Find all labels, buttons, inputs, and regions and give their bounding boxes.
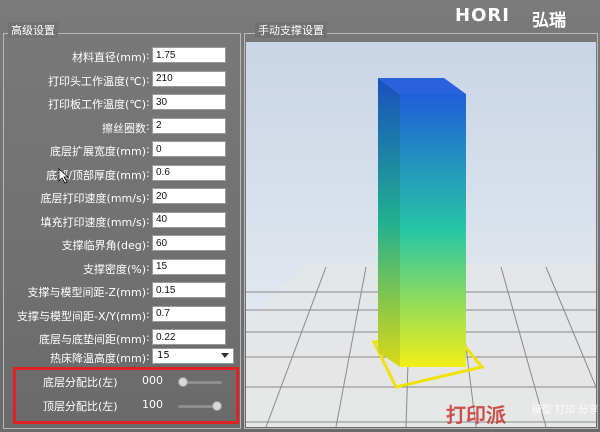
setting-colon: : [146,331,150,344]
setting-colon: : [146,307,150,321]
setting-label: 底层扩展宽度(mm) [49,145,146,158]
setting-label: 擦丝圈数 [102,121,146,135]
app-window: HORI 弘瑞 高级设置 材料直径(mm):打印头工作温度(℃):打印板工作温度… [0,0,600,432]
setting-label: 底层打印速度(mm/s) [40,192,146,205]
setting-colon: : [146,213,150,227]
setting-colon: : [146,237,150,250]
setting-input[interactable] [152,47,226,63]
setting-colon: : [146,190,150,203]
setting-row: 底部/顶部厚度(mm): [10,164,232,185]
cooling-height-label: 热床降温高度(mm) [49,352,146,365]
setting-label: 支撑临界角(deg) [61,239,146,252]
setting-colon: : [146,166,150,180]
brand-logo: HORI 弘瑞 [447,4,597,31]
watermark: 打印派 模型 打印 分享 [440,397,600,431]
setting-row: 底层打印速度(mm/s): [10,188,232,208]
manual-support-title: 手动支撑设置 [255,22,327,38]
setting-label: 底层与底垫间距(mm) [38,333,146,346]
setting-row: 打印头工作温度(℃): [10,70,232,91]
setting-input[interactable] [152,141,226,157]
advanced-settings-title: 高级设置 [8,22,58,38]
setting-input[interactable] [152,70,226,87]
setting-label: 打印板工作温度(℃) [48,98,146,111]
setting-row: 支撑临界角(deg): [10,235,232,255]
setting-colon: : [146,284,150,297]
setting-row: 支撑密度(%): [10,258,232,279]
setting-row: 底层与底垫间距(mm): [10,329,232,349]
setting-row: 材料直径(mm): [10,47,232,67]
build-plate-view [246,42,596,427]
setting-colon: : [146,260,150,274]
cooling-height-row: 热床降温高度(mm) : 15 [10,348,234,368]
3d-viewport[interactable] [246,42,596,427]
setting-colon: : [146,49,150,62]
cooling-height-select[interactable]: 15 [152,348,234,364]
setting-label: 打印头工作温度(℃) [48,74,146,88]
setting-row: 填充打印速度(mm/s): [10,211,232,232]
setting-row: 打印板工作温度(℃): [10,94,232,114]
setting-colon: : [146,143,150,156]
setting-input[interactable] [152,164,226,181]
setting-input[interactable] [152,188,226,204]
setting-label: 材料直径(mm) [71,51,146,64]
setting-input[interactable] [152,282,226,298]
setting-row: 擦丝圈数: [10,117,232,138]
setting-row: 支撑与模型间距-Z(mm): [10,282,232,302]
setting-label: 支撑与模型间距-Z(mm) [27,286,146,299]
setting-input[interactable] [152,305,226,322]
logo-cn: 弘瑞 [532,11,566,31]
setting-label: 支撑与模型间距-X/Y(mm) [17,309,146,323]
setting-input[interactable] [152,258,226,275]
chevron-down-icon [221,353,229,358]
cooling-height-value: 15 [157,350,170,361]
setting-label: 填充打印速度(mm/s) [40,215,146,229]
setting-colon: : [146,119,150,133]
setting-input[interactable] [152,211,226,228]
setting-row: 底层扩展宽度(mm): [10,141,232,161]
setting-row: 支撑与模型间距-X/Y(mm): [10,305,232,326]
watermark-sub: 模型 打印 分享 [532,405,599,416]
cursor-icon [58,168,70,184]
setting-input[interactable] [152,117,226,134]
model-box [378,78,466,367]
setting-colon: : [146,96,150,109]
setting-label: 支撑密度(%) [82,262,146,276]
logo-text: HORI [455,5,510,26]
watermark-main: 打印派 [446,403,506,427]
setting-colon: : [146,72,150,86]
setting-input[interactable] [152,235,226,251]
setting-input[interactable] [152,94,226,110]
highlight-box [13,367,239,424]
setting-input[interactable] [152,329,226,345]
